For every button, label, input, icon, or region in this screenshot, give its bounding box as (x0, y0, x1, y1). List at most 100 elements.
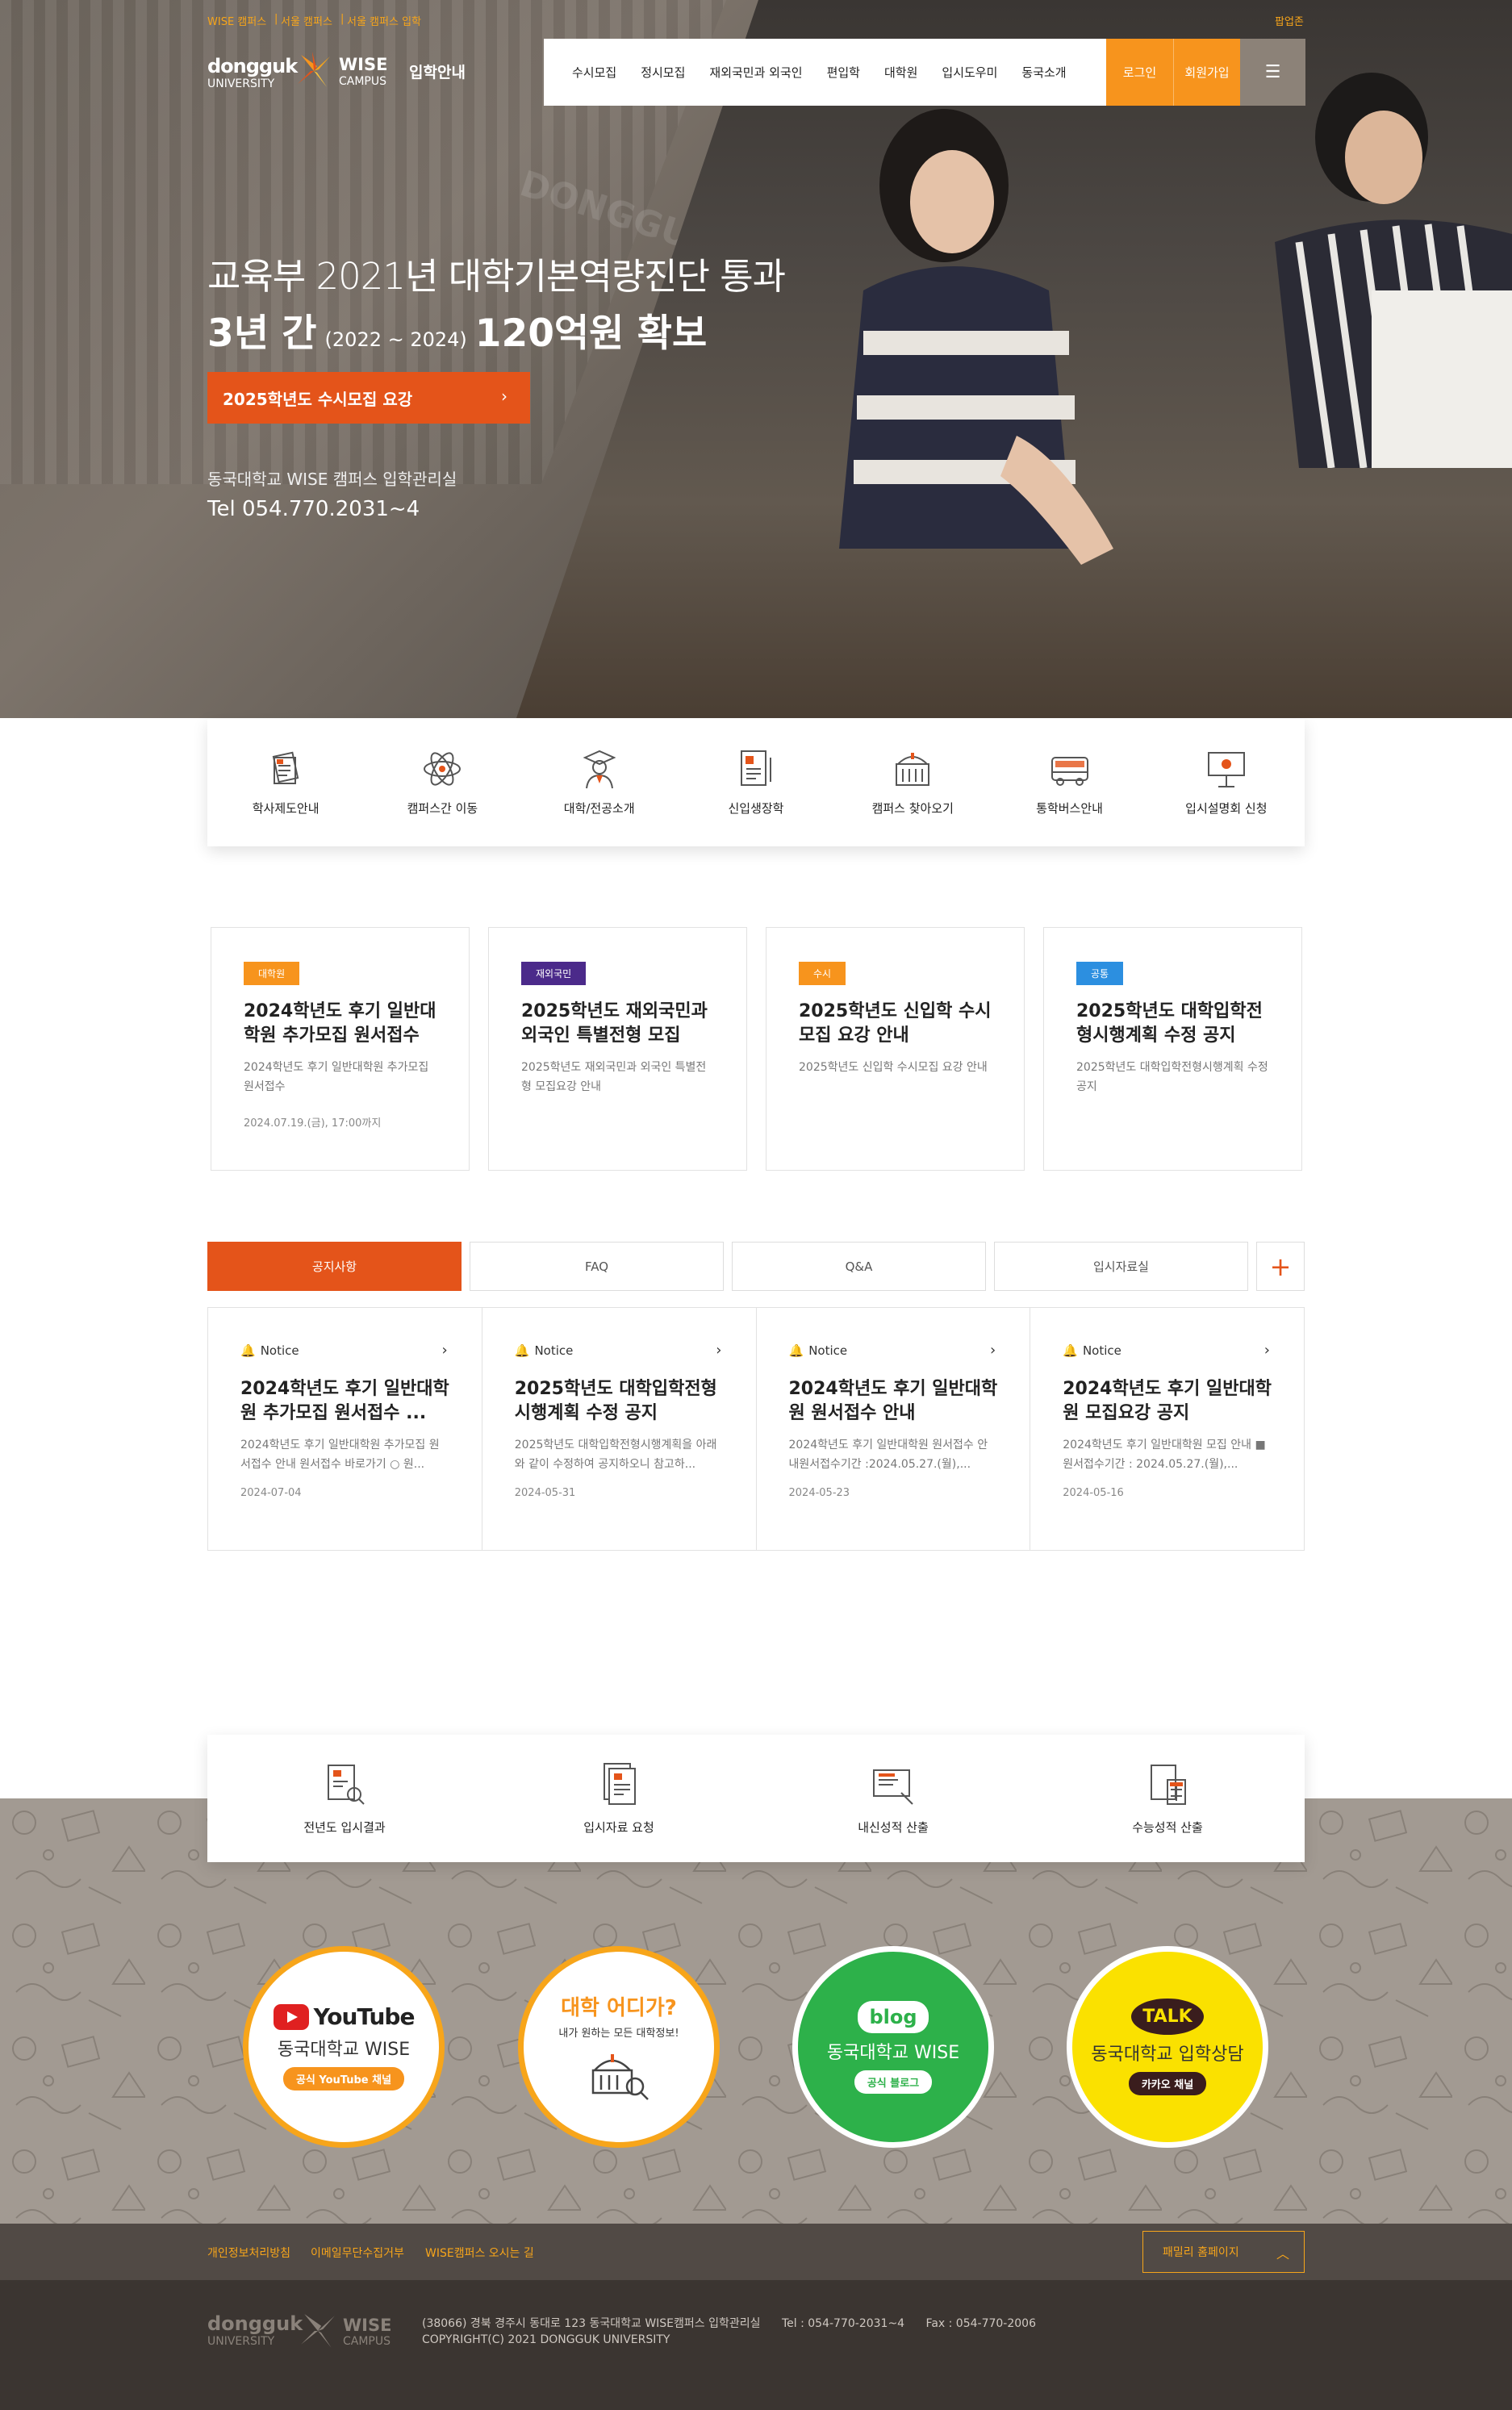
quick-menu: 학사제도안내 캠퍼스간 이동 대학/전공소개 신입생장학 캠퍼스 찾아오기 통학… (207, 719, 1305, 846)
bell-icon: 🔔 (788, 1343, 804, 1358)
more-plus-icon[interactable]: + (1256, 1242, 1305, 1291)
quick-item-label: 통학버스안내 (1036, 801, 1103, 816)
login-button[interactable]: 로그인 (1106, 39, 1173, 106)
bus-icon (1050, 757, 1088, 786)
site-logo[interactable]: dongguk UNIVERSITY WISE CAMPUS 입학안내 (207, 50, 474, 95)
hamburger-menu-icon[interactable]: ☰ (1240, 39, 1305, 106)
nav-item-transfer[interactable]: 편입학 (815, 64, 872, 81)
admission-card[interactable]: 재외국민 2025학년도 재외국민과 외국인 특별전형 모집요... 2025학… (488, 927, 747, 1171)
nav-item-susi[interactable]: 수시모집 (560, 64, 629, 81)
quick-item-scholarship[interactable]: 신입생장학 (678, 719, 834, 846)
atom-icon (424, 752, 462, 786)
notice-item[interactable]: 🔔 Notice › 2024학년도 후기 일반대학원 추가모집 원서접수 ...… (208, 1308, 482, 1550)
card-desc: 2025학년도 신입학 수시모집 요강 안내 (799, 1061, 988, 1074)
kakao-channel-link[interactable]: TALK 동국대학교 입학상담 카카오 채널 (1067, 1946, 1268, 2148)
notice-item[interactable]: 🔔 Notice › 2024학년도 후기 일반대학원 원서접수 안내 2024학… (757, 1308, 1031, 1550)
youtube-play-icon (273, 2003, 309, 2030)
logo-section: 입학안내 (409, 64, 466, 81)
card-badge: 공통 (1076, 962, 1124, 985)
tab-data-room[interactable]: 입시자료실 (994, 1242, 1248, 1291)
quick-item-csat-calc[interactable]: 수능성적 산출 (1030, 1735, 1305, 1862)
footer-logo-name: dongguk (207, 2312, 303, 2335)
quick-item-label: 캠퍼스 찾아오기 (871, 801, 954, 816)
bell-icon: 🔔 (240, 1343, 256, 1358)
nav-item-jeongsi[interactable]: 정시모집 (629, 64, 697, 81)
quick-item-data-request[interactable]: 입시자료 요청 (482, 1735, 756, 1862)
notice-date: 2024-05-23 (788, 1487, 850, 1499)
footer-tel: Tel : 054-770-2031~4 (781, 2317, 905, 2330)
quick-item-majors[interactable]: 대학/전공소개 (521, 719, 678, 846)
quick-item-academic-system[interactable]: 학사제도안내 (207, 719, 364, 846)
nav-item-graduate[interactable]: 대학원 (872, 64, 929, 81)
blog-logo: blog (858, 2000, 929, 2033)
notice-date: 2024-07-04 (240, 1487, 302, 1499)
doodle-background (0, 1798, 1512, 2224)
notice-label-text: Notice (1082, 1343, 1121, 1358)
building-search-icon (591, 2054, 649, 2100)
notice-label: 🔔 Notice (789, 1343, 998, 1358)
tab-notice[interactable]: 공지사항 (207, 1242, 462, 1291)
kakao-talk-logo: TALK (1131, 1999, 1204, 2035)
logo-campus-sub: CAMPUS (339, 75, 387, 88)
chevron-right-icon[interactable]: › (1264, 1342, 1270, 1359)
bell-icon: 🔔 (514, 1343, 530, 1358)
popup-zone-link[interactable]: 팝업존 (1275, 13, 1304, 28)
quick-item-campus-transfer[interactable]: 캠퍼스간 이동 (364, 719, 520, 846)
join-button[interactable]: 회원가입 (1173, 39, 1240, 106)
admission-card[interactable]: 수시 2025학년도 신입학 수시모집 요강 안내 2025학년도 신입학 수시… (766, 927, 1025, 1171)
susi-guide-button[interactable]: 2025학년도 수시모집 요강 › (207, 372, 530, 424)
admission-card[interactable]: 대학원 2024학년도 후기 일반대학원 추가모집 원서접수 ... 2024학… (211, 927, 470, 1171)
notice-item[interactable]: 🔔 Notice › 2024학년도 후기 일반대학원 모집요강 공지 2024학… (1030, 1308, 1304, 1550)
notice-title: 2024학년도 후기 일반대학원 원서접수 안내 (788, 1379, 998, 1423)
tab-qna[interactable]: Q&A (732, 1242, 986, 1291)
sns-pill: 공식 YouTube 채널 (282, 2067, 405, 2090)
main-navigation: 수시모집 정시모집 재외국민과 외국인 편입학 대학원 입시도우미 동국소개 로… (544, 39, 1305, 106)
quick-item-briefing[interactable]: 입시설명회 신청 (1148, 719, 1305, 846)
quick-item-grade-calc[interactable]: 내신성적 산출 (756, 1735, 1030, 1862)
card-title: 2025학년도 대학입학전형시행계획 수정 공지 (1076, 1001, 1263, 1046)
top-link-wise[interactable]: WISE 캠퍼스 (207, 13, 266, 28)
sns-title: 동국대학교 WISE (826, 2042, 960, 2063)
bell-icon: 🔔 (1063, 1343, 1078, 1358)
card-title: 2025학년도 재외국민과 외국인 특별전형 모집요... (521, 1001, 708, 1046)
top-link-seoul-admission[interactable]: 서울 캠퍼스 입학 (347, 13, 421, 28)
footer-link-email[interactable]: 이메일무단수집거부 (311, 2245, 404, 2261)
report-search-icon (328, 1765, 365, 1805)
notice-desc: 2024학년도 후기 일반대학원 추가모집 원서접수 안내 원서접수 바로가기 … (240, 1439, 440, 1471)
susi-guide-label: 2025학년도 수시모집 요강 (223, 389, 413, 409)
building-icon (896, 753, 930, 786)
chevron-right-icon[interactable]: › (716, 1342, 721, 1359)
document-stack-icon (272, 751, 299, 784)
quick-item-directions[interactable]: 캠퍼스 찾아오기 (834, 719, 991, 846)
footer-address-text: (38066) 경북 경주시 동대로 123 동국대학교 WISE캠퍼스 입학관… (422, 2317, 761, 2330)
blog-link[interactable]: blog 동국대학교 WISE 공식 블로그 (792, 1946, 994, 2148)
admission-card[interactable]: 공통 2025학년도 대학입학전형시행계획 수정 공지 2025학년도 대학입학… (1043, 927, 1302, 1171)
nav-item-helper[interactable]: 입시도우미 (929, 64, 1009, 81)
nav-item-overseas[interactable]: 재외국민과 외국인 (697, 64, 814, 81)
card-title: 2025학년도 신입학 수시모집 요강 안내 (799, 1001, 992, 1046)
document-request-icon (604, 1763, 636, 1805)
student-illustration (839, 109, 1113, 565)
presentation-icon (1207, 752, 1245, 787)
notice-label: 🔔 Notice (515, 1343, 724, 1358)
tab-faq[interactable]: FAQ (470, 1242, 724, 1291)
youtube-channel-link[interactable]: YouTube 동국대학교 WISE 공식 YouTube 채널 (243, 1946, 445, 2148)
notice-item[interactable]: 🔔 Notice › 2025학년도 대학입학전형시행계획 수정 공지 2025학… (482, 1308, 757, 1550)
quick-item-bus[interactable]: 통학버스안내 (991, 719, 1147, 846)
logo-campus: WISE (339, 55, 388, 74)
daehak-eodiga-link[interactable]: 대학 어디가? 내가 원하는 모든 대학정보! (518, 1946, 720, 2148)
nav-item-about[interactable]: 동국소개 (1009, 64, 1078, 81)
hero-period: (2022 ~ 2024) (324, 328, 467, 351)
chevron-right-icon[interactable]: › (442, 1342, 448, 1359)
family-site-select[interactable]: 패밀리 홈페이지 ︿ (1142, 2231, 1305, 2273)
chevron-right-icon[interactable]: › (990, 1342, 996, 1359)
footer-link-directions[interactable]: WISE캠퍼스 오시는 길 (425, 2245, 534, 2261)
notice-desc: 2024학년도 후기 일반대학원 원서접수 안내원서접수기간 :2024.05.… (788, 1439, 988, 1471)
quick-item-prev-results[interactable]: 전년도 입시결과 (207, 1735, 482, 1862)
footer-link-privacy[interactable]: 개인정보처리방침 (207, 2245, 290, 2261)
notice-title: 2025학년도 대학입학전형시행계획 수정 공지 (514, 1379, 717, 1423)
card-desc: 2025학년도 대학입학전형시행계획 수정 공지 (1076, 1061, 1268, 1093)
grade-calc-icon (873, 1769, 913, 1805)
hero-years: 3년 간 (207, 311, 317, 356)
top-link-seoul[interactable]: 서울 캠퍼스 (281, 13, 332, 28)
